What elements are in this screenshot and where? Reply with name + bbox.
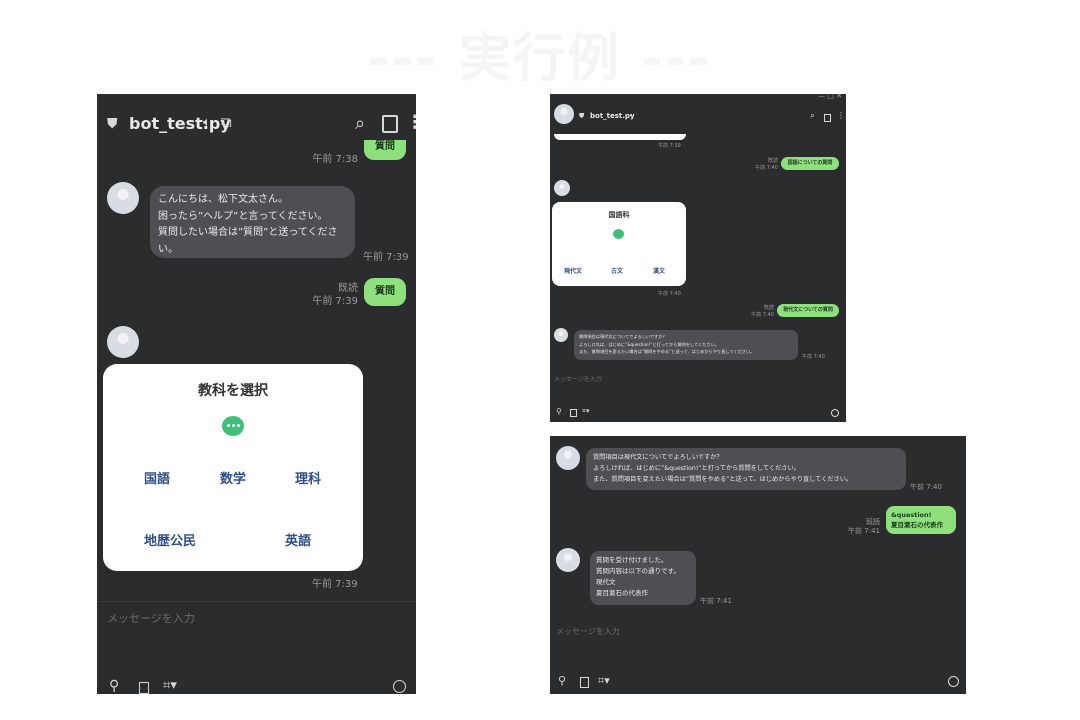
subject-japanese-button[interactable]: 国語 (144, 468, 170, 487)
user-message-bubble: 質問 (364, 278, 406, 306)
subject-science-button[interactable]: 理科 (295, 468, 321, 487)
reply-line: また、質問項目を変えたい場合は”質問をやめる”と送って、はじめからやり直してくだ… (579, 349, 755, 354)
emoji-icon[interactable] (948, 676, 959, 687)
user-message-bubble: &question! 夏目漱石の代表作 (886, 506, 956, 534)
chat-bubble-icon (222, 416, 244, 436)
notes-icon[interactable] (824, 114, 831, 122)
scrolled-card-edge (554, 134, 686, 140)
ack-line: 夏目漱石の代表作 (596, 589, 648, 597)
shield-icon: ⛊ (579, 112, 585, 120)
user-message-bubble: 国語についての質問 (781, 157, 839, 170)
option-modern-button[interactable]: 現代文 (564, 266, 582, 275)
subject-option-card: 国語科 現代文 古文 漢文 (552, 202, 686, 286)
chat-window-bottom-right: 質問項目は現代文についてでよろしいですか？ よろしければ、はじめに”&quest… (550, 436, 966, 694)
reply-line: 質問項目は現代文についてでよろしいですか？ (579, 334, 667, 339)
read-receipt: 既読 (767, 158, 778, 164)
bookmark-icon[interactable] (580, 677, 589, 688)
chat-bubble-icon (613, 229, 624, 239)
bot-ack-bubble: 質問を受け付けました。 質問内容は以下の通りです。 現代文 夏目漱石の代表作 (590, 551, 696, 605)
message-time: 午前 7:39 (363, 252, 409, 263)
ack-line: 質問内容は以下の通りです。 (596, 567, 680, 575)
paperclip-icon[interactable]: ⚲ (558, 674, 566, 687)
message-time: 午前 7:39 (658, 143, 681, 149)
greeting-line: い。 (158, 243, 178, 255)
bot-avatar (554, 180, 570, 196)
composer-divider (97, 601, 416, 602)
message-input[interactable]: メッセージを入力 (107, 610, 195, 626)
bookmark-icon[interactable] (139, 682, 149, 694)
ack-line: 質問を受け付けました。 (596, 556, 668, 564)
chat-title: bot_test.py (590, 112, 635, 120)
user-message-bubble: 質問 (364, 140, 406, 160)
option-classical-button[interactable]: 古文 (611, 266, 623, 275)
emoji-icon[interactable] (831, 409, 839, 417)
greeting-line: 困ったら”ヘルプ”と言ってください。 (158, 210, 328, 222)
message-time: 午前 7:39 (312, 296, 358, 307)
ack-line: 現代文 (596, 578, 616, 586)
more-menu-icon[interactable]: ⋮ (837, 111, 845, 120)
user-message-bubble: 現代文についての質問 (777, 304, 839, 317)
paperclip-icon[interactable]: ⚲ (556, 407, 562, 416)
greeting-line: こんにちは、松下文太さん。 (158, 194, 288, 205)
bot-greeting-bubble: こんにちは、松下文太さん。 困ったら”ヘルプ”と言ってください。 質問したい場合… (150, 186, 355, 258)
message-time: 午前 7:40 (755, 165, 778, 171)
search-icon[interactable]: ⌕ (810, 111, 815, 121)
chat-window-top-right: — □ ✕ ⛊ bot_test.py 🔈︎ ⌕ ⋮ 午前 7:39 既読 午前… (550, 94, 846, 422)
external-link-icon[interactable]: ⧉ (221, 113, 232, 131)
greeting-line: 質問したい場合は”質問”と送ってくださ (158, 227, 338, 238)
speaker-icon: 🔈︎ (630, 112, 634, 119)
bot-avatar (556, 446, 580, 470)
option-chinese-button[interactable]: 漢文 (653, 266, 665, 275)
window-controls[interactable]: — □ ✕ (818, 94, 842, 100)
bot-avatar (554, 104, 574, 124)
message-time: 午前 7:40 (802, 354, 825, 360)
title-bar: — □ ✕ (550, 94, 846, 102)
message-time: 午前 7:38 (312, 154, 358, 165)
slide-title: --- 実行例 --- (368, 29, 712, 89)
reply-line: よろしければ、はじめに”&question!”と打ってから質問をしてください。 (579, 341, 719, 347)
user-line: &question! (891, 511, 932, 519)
subject-math-button[interactable]: 数学 (220, 468, 246, 487)
bot-avatar (556, 548, 580, 572)
card-title: 国語科 (608, 211, 630, 219)
speaker-icon: 🔈︎ (203, 115, 211, 130)
bot-reply-bubble: 質問項目は現代文についてでよろしいですか？ よろしければ、はじめに”&quest… (586, 448, 906, 490)
bookmark-icon[interactable] (570, 409, 577, 417)
more-menu-icon[interactable]: ⋮ (406, 112, 416, 133)
reply-line: 質問項目は現代文についてでよろしいですか？ (593, 454, 723, 461)
subject-social-button[interactable]: 地歴公民 (144, 530, 196, 549)
message-input[interactable]: メッセージを入力 (554, 374, 602, 383)
emoji-icon[interactable] (393, 680, 406, 693)
paperclip-icon[interactable]: ⚲ (109, 678, 119, 694)
message-time: 午前 7:40 (751, 312, 774, 318)
chat-window-left: ⛊ bot_test.py 🔈︎ ⧉ ⌕ ⋮ 午前 7:38 質問 こんにちは、… (97, 94, 416, 694)
bot-reply-bubble: 質問項目は現代文についてでよろしいですか？ よろしければ、はじめに”&quest… (574, 330, 798, 360)
message-time: 午前 7:40 (910, 483, 942, 491)
crop-icon[interactable]: ⌗▾ (163, 678, 177, 693)
crop-icon[interactable]: ⌗▾ (582, 407, 589, 416)
message-time: 午前 7:41 (700, 597, 732, 605)
message-time: 午前 7:40 (658, 291, 681, 297)
shield-icon: ⛊ (107, 116, 118, 132)
message-input[interactable]: メッセージを入力 (556, 626, 620, 637)
message-time: 午前 7:41 (848, 527, 880, 535)
bot-avatar (107, 182, 139, 214)
message-time: 午前 7:39 (312, 579, 358, 590)
bot-avatar (554, 328, 568, 342)
notes-icon[interactable] (382, 115, 398, 133)
subject-english-button[interactable]: 英語 (285, 530, 311, 549)
chat-title: bot_test.py (129, 114, 231, 133)
card-title: 教科を選択 (198, 383, 268, 399)
user-line: 夏目漱石の代表作 (891, 521, 943, 529)
reply-line: よろしければ、はじめに”&question!”と打ってから質問をしてください。 (593, 465, 800, 472)
crop-icon[interactable]: ⌗▾ (598, 674, 610, 688)
subject-select-card: 教科を選択 国語 数学 理科 地歴公民 英語 (103, 364, 363, 571)
reply-line: また、質問項目を変えたい場合は”質問をやめる”と送って、はじめからやり直してくだ… (593, 476, 853, 483)
search-icon[interactable]: ⌕ (355, 113, 365, 134)
read-receipt: 既読 (763, 305, 774, 311)
bot-avatar (107, 326, 139, 358)
